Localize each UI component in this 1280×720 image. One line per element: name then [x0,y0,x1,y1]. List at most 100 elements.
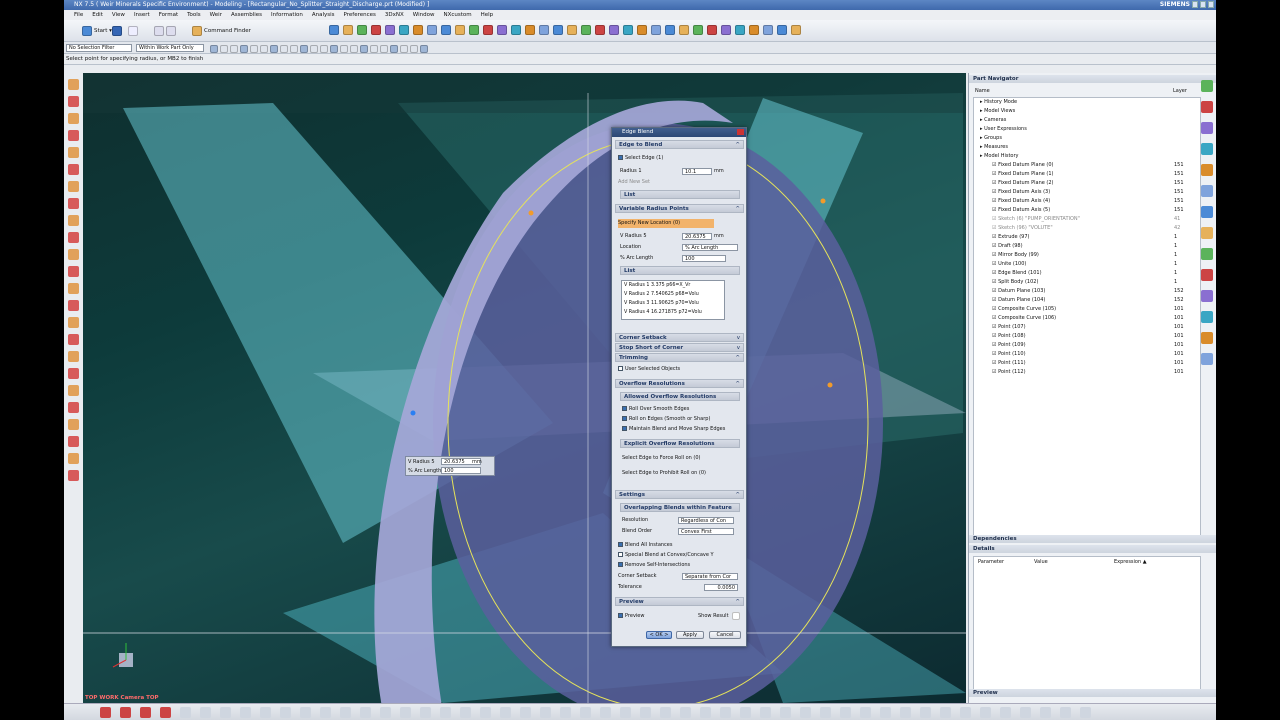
sketch-tool-icon[interactable] [68,198,79,209]
snap-icon[interactable] [400,45,408,53]
snap-icon[interactable] [370,45,378,53]
sketch-tool-icon[interactable] [68,419,79,430]
bottom-toolbar-icon[interactable] [880,707,891,718]
snap-icon[interactable] [260,45,268,53]
sketch-tool-icon[interactable] [68,96,79,107]
navigator-row[interactable]: ▸ Model Views [974,107,1204,116]
bottom-toolbar-icon[interactable] [560,707,571,718]
navigator-row[interactable]: ☑ Datum Plane (103) 152 [974,287,1204,296]
menu-item[interactable]: Help [481,10,494,20]
bottom-toolbar-icon[interactable] [320,707,331,718]
magnifier-icon[interactable] [732,612,740,620]
bottom-toolbar-icon[interactable] [1000,707,1011,718]
navigator-row[interactable]: ☑ Datum Plane (104) 152 [974,296,1204,305]
toolbar-icon[interactable] [525,25,535,35]
bottom-toolbar-icon[interactable] [760,707,771,718]
toolbar-icon[interactable] [609,25,619,35]
navigator-row[interactable]: ☑ Fixed Datum Axis (5) 151 [974,206,1204,215]
bottom-toolbar-icon[interactable] [460,707,471,718]
navigator-row[interactable]: ☑ Edge Blend (101) 1 [974,269,1204,278]
tolerance-input[interactable]: 0.0050 [704,584,738,591]
toolbar-icon[interactable] [721,25,731,35]
undo-icon[interactable] [154,26,164,36]
list-item[interactable]: V Radius 1 3.375 p66=X_Vr [624,281,724,290]
toolbar-icon[interactable] [707,25,717,35]
maintain-row[interactable]: Maintain Blend and Move Sharp Edges [622,425,746,434]
section-overlapping[interactable]: Overlapping Blends within Feature [620,503,740,512]
toolbar-icon[interactable] [539,25,549,35]
bottom-toolbar-icon[interactable] [840,707,851,718]
menu-item[interactable]: Analysis [312,10,335,20]
bottom-toolbar-icon[interactable] [860,707,871,718]
radius1-input[interactable]: 10.1 [682,168,712,175]
checkbox[interactable] [618,542,623,547]
navigator-row[interactable]: ☑ Point (109) 101 [974,341,1204,350]
navigator-row[interactable]: ☑ Fixed Datum Plane (1) 151 [974,170,1204,179]
navigator-row[interactable]: ☑ Point (112) 101 [974,368,1204,377]
menu-item[interactable]: Edit [92,10,103,20]
sketch-tool-icon[interactable] [68,130,79,141]
toolbar-icon[interactable] [399,25,409,35]
maximize-icon[interactable] [1200,1,1206,8]
sketch-tool-icon[interactable] [68,215,79,226]
snap-icon[interactable] [270,45,278,53]
bottom-toolbar-icon[interactable] [620,707,631,718]
snap-icon[interactable] [360,45,368,53]
bottom-toolbar-icon[interactable] [200,707,211,718]
selection-scope-dropdown[interactable]: Within Work Part Only [136,44,204,52]
navigator-row[interactable]: ▸ History Mode [974,98,1204,107]
bottom-toolbar-icon[interactable] [300,707,311,718]
bottom-toolbar-icon[interactable] [1020,707,1031,718]
graphics-window[interactable]: TOP WORK Camera TOP [83,73,966,703]
navigator-row[interactable]: ☑ Sketch (6) "PUMP_ORIENTATION" 41 [974,215,1204,224]
navigator-row[interactable]: ☑ Fixed Datum Plane (0) 151 [974,161,1204,170]
special-blend-row[interactable]: Special Blend at Convex/Concave Y [618,551,742,560]
toolbar-icon[interactable] [483,25,493,35]
bottom-toolbar-icon[interactable] [540,707,551,718]
resource-tab-icon[interactable] [1201,227,1213,239]
bottom-toolbar-icon[interactable] [260,707,271,718]
bottom-toolbar-icon[interactable] [240,707,251,718]
sketch-tool-icon[interactable] [68,334,79,345]
toolbar-icon[interactable] [595,25,605,35]
section-overflow[interactable]: Overflow Resolutions ^ [615,379,744,388]
apply-button[interactable]: Apply [676,631,704,639]
minimize-icon[interactable] [1192,1,1198,8]
toolbar-icon[interactable] [371,25,381,35]
navigator-row[interactable]: ▸ Groups [974,134,1204,143]
bottom-toolbar-icon[interactable] [220,707,231,718]
snap-icon[interactable] [300,45,308,53]
resource-tab-icon[interactable] [1201,206,1213,218]
toolbar-icon[interactable] [441,25,451,35]
resource-tab-icon[interactable] [1201,164,1213,176]
location-dropdown[interactable]: % Arc Length [682,244,738,251]
roll-on-row[interactable]: Roll on Edges (Smooth or Sharp) [622,415,746,424]
radius-list[interactable]: V Radius 1 3.375 p66=X_Vr V Radius 2 7.5… [621,280,725,320]
checkbox[interactable] [618,562,623,567]
resource-tab-icon[interactable] [1201,143,1213,155]
resource-tab-icon[interactable] [1201,290,1213,302]
section-edge-to-blend[interactable]: Edge to Blend ^ [615,140,744,149]
blend-order-dropdown[interactable]: Convex First [678,528,734,535]
snap-icon[interactable] [280,45,288,53]
section-explicit-overflow[interactable]: Explicit Overflow Resolutions [620,439,740,448]
toolbar-icon[interactable] [581,25,591,35]
toolbar-icon[interactable] [511,25,521,35]
sketch-tool-icon[interactable] [68,232,79,243]
snap-icon[interactable] [390,45,398,53]
v-radius-input[interactable]: 20.6375 [682,233,712,240]
checkbox[interactable] [622,406,627,411]
radius-point-1[interactable] [528,210,534,216]
menu-item[interactable]: Insert [134,10,150,20]
sketch-tool-icon[interactable] [68,436,79,447]
radius-point-4[interactable] [410,410,416,416]
snap-icon[interactable] [340,45,348,53]
section-stop-short[interactable]: Stop Short of Corner v [615,343,744,352]
details-header[interactable]: Details [969,545,1216,553]
bottom-toolbar-icon[interactable] [580,707,591,718]
toolbar-icon[interactable] [497,25,507,35]
preview-header[interactable]: Preview [969,689,1216,697]
bottom-toolbar-icon[interactable] [1060,707,1071,718]
menu-item[interactable]: Tools [187,10,201,20]
bottom-toolbar-icon[interactable] [640,707,651,718]
